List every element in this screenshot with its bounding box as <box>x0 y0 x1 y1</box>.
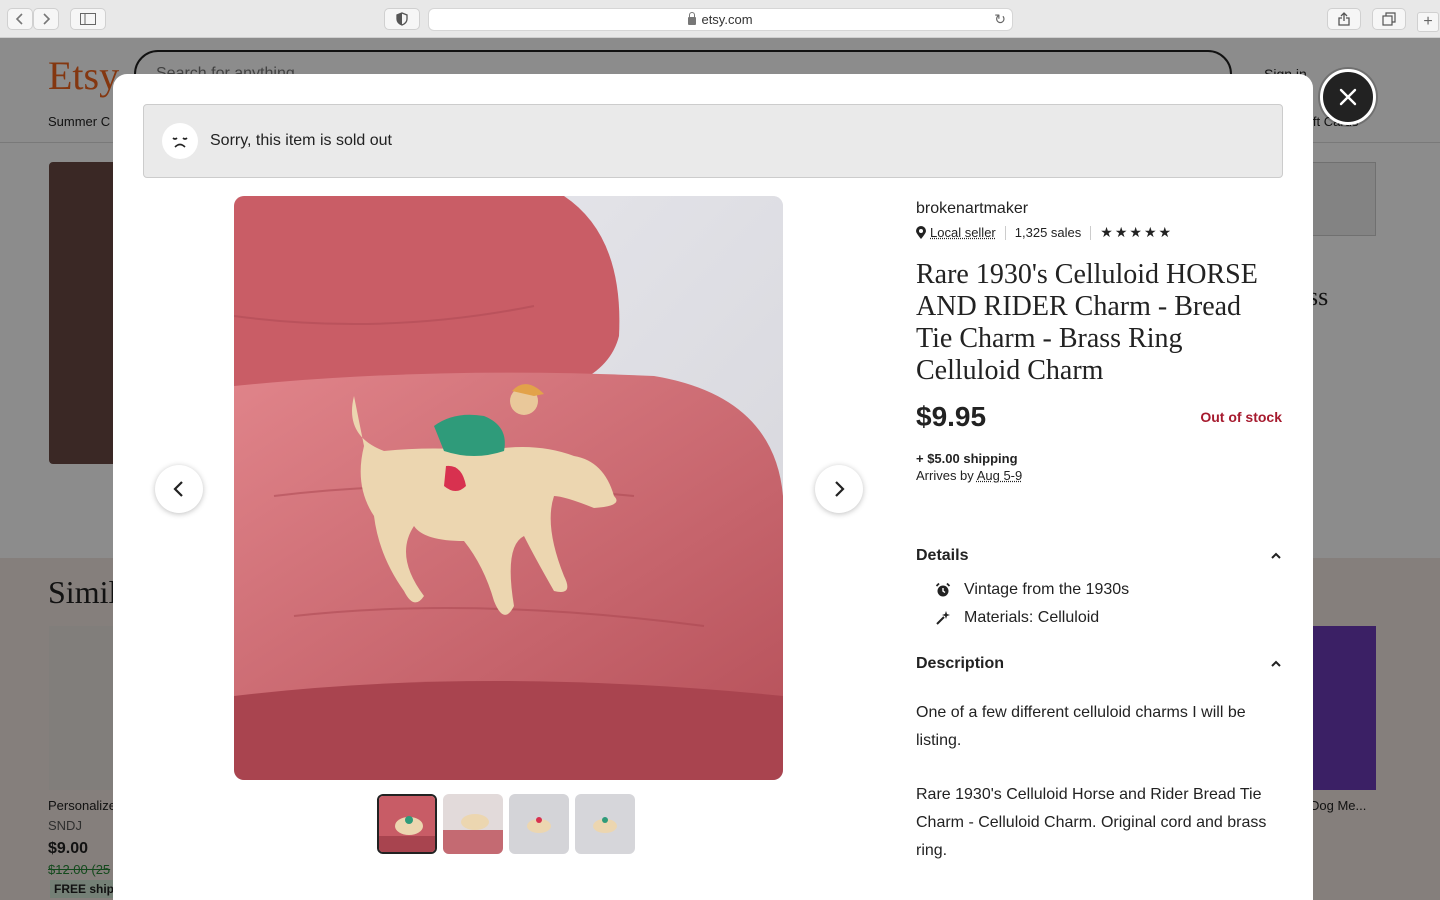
details-list: Vintage from the 1930s Materials: Cellul… <box>916 581 1282 627</box>
description-heading: Description <box>916 655 1005 672</box>
thumbnail-3[interactable] <box>509 794 569 854</box>
privacy-report-button[interactable] <box>384 8 420 30</box>
detail-item: Vintage from the 1930s <box>934 581 1282 599</box>
star-icon: ★ <box>1100 224 1113 240</box>
listing-title: Rare 1930's Celluloid HORSE AND RIDER Ch… <box>916 259 1258 386</box>
chevron-right-icon <box>43 13 51 25</box>
thumbnail-4[interactable] <box>575 794 635 854</box>
rating-stars[interactable]: ★ ★ ★ ★ ★ <box>1100 224 1171 241</box>
share-icon <box>1338 12 1350 26</box>
close-modal-button[interactable] <box>1320 69 1376 125</box>
tabs-icon <box>1382 12 1396 26</box>
sales-count: 1,325 sales <box>1014 225 1082 240</box>
star-icon: ★ <box>1143 224 1157 240</box>
new-tab-button[interactable]: + <box>1417 12 1439 32</box>
location-pin-icon <box>916 225 926 239</box>
browser-toolbar: etsy.com ↻ + <box>0 0 1440 38</box>
previous-image-button[interactable] <box>155 465 203 513</box>
arrival-estimate: Arrives by Aug 5-9 <box>916 468 1282 483</box>
listing-main-image[interactable] <box>234 196 783 780</box>
detail-text: Vintage from the 1930s <box>964 581 1130 598</box>
thumbnail-strip <box>377 794 635 854</box>
chevron-right-icon <box>835 481 845 497</box>
shipping-cost: + $5.00 shipping <box>916 451 1018 466</box>
sold-out-banner: Sorry, this item is sold out <box>143 104 1283 178</box>
star-icon: ★ <box>1158 224 1172 240</box>
plus-icon: + <box>1423 13 1433 30</box>
arrives-label: Arrives by <box>916 468 974 483</box>
seller-meta: Local seller 1,325 sales ★ ★ ★ ★ ★ <box>916 224 1282 241</box>
shield-icon <box>396 12 408 26</box>
listing-modal: Sorry, this item is sold out brokenartma… <box>113 74 1313 900</box>
detail-text: Materials: Celluloid <box>964 609 1100 626</box>
address-bar[interactable]: etsy.com ↻ <box>428 8 1013 31</box>
share-button[interactable] <box>1327 8 1361 30</box>
local-seller-link[interactable]: Local seller <box>930 225 996 240</box>
close-icon <box>1339 88 1357 106</box>
description-paragraph: Rare 1930's Celluloid Horse and Rider Br… <box>916 786 1267 859</box>
thumbnail-2[interactable] <box>443 794 503 854</box>
description-paragraph: One of a few different celluloid charms … <box>916 704 1246 749</box>
lock-icon <box>688 11 697 25</box>
chevron-up-icon <box>1271 660 1281 667</box>
forward-button[interactable] <box>33 8 59 30</box>
listing-info: brokenartmaker Local seller 1,325 sales … <box>916 200 1282 865</box>
next-image-button[interactable] <box>815 465 863 513</box>
listing-price: $9.95 <box>916 401 987 432</box>
description-toggle[interactable]: Description <box>916 655 1282 673</box>
sad-face-icon <box>162 123 198 159</box>
shop-name[interactable]: brokenartmaker <box>916 200 1282 218</box>
meta-divider <box>1090 225 1092 240</box>
price-row: $9.95 Out of stock <box>916 401 1282 433</box>
url-text: etsy.com <box>701 12 753 27</box>
back-button[interactable] <box>7 8 33 30</box>
thumbnail-1[interactable] <box>377 794 437 854</box>
sidebar-icon <box>80 13 96 25</box>
detail-item: Materials: Celluloid <box>934 609 1282 627</box>
stock-status: Out of stock <box>1200 409 1282 425</box>
tabs-overview-button[interactable] <box>1372 8 1406 30</box>
alarm-clock-icon <box>934 581 952 599</box>
chevron-left-icon <box>15 13 23 25</box>
sidebar-toggle-button[interactable] <box>70 8 106 30</box>
star-icon: ★ <box>1114 224 1128 240</box>
meta-divider <box>1004 225 1006 240</box>
sold-out-message: Sorry, this item is sold out <box>210 132 392 149</box>
chevron-left-icon <box>173 481 183 497</box>
star-icon: ★ <box>1129 224 1142 240</box>
arrives-date[interactable]: Aug 5-9 <box>977 468 1023 483</box>
reload-icon[interactable]: ↻ <box>994 11 1006 28</box>
chevron-up-icon <box>1271 552 1281 559</box>
details-heading: Details <box>916 547 969 564</box>
sparkle-icon <box>934 609 952 627</box>
details-toggle[interactable]: Details <box>916 547 1282 565</box>
